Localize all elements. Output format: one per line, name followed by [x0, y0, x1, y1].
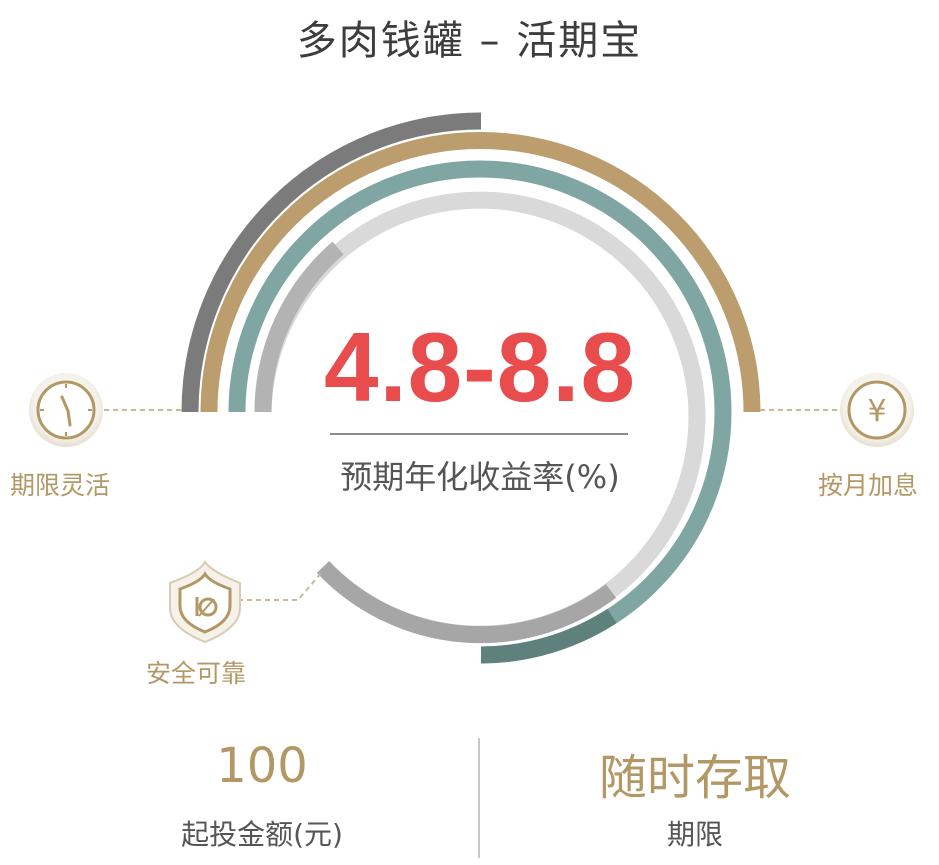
- min-invest-label: 起投金额(元): [181, 818, 343, 851]
- yield-rate-label: 预期年化收益率(%): [340, 458, 620, 496]
- min-invest-value: 100: [216, 738, 308, 794]
- yield-rate: 4.8-8.8: [323, 312, 637, 422]
- shield-icon: [169, 560, 241, 644]
- term-value: 随时存取: [598, 750, 791, 806]
- svg-text:¥: ¥: [867, 394, 886, 429]
- feature-monthly-interest-label: 按月加息: [818, 471, 919, 500]
- feature-safe-label: 安全可靠: [146, 659, 247, 688]
- yen-coin-icon: ¥: [840, 373, 914, 447]
- stats-divider: [478, 738, 480, 858]
- clock-icon: [29, 373, 103, 447]
- ring-lower-gray: [316, 561, 617, 644]
- rate-divider: [330, 433, 628, 435]
- feature-flexible-label: 期限灵活: [10, 471, 111, 500]
- term-label: 期限: [666, 818, 723, 851]
- connector-bottom-left: [238, 571, 323, 601]
